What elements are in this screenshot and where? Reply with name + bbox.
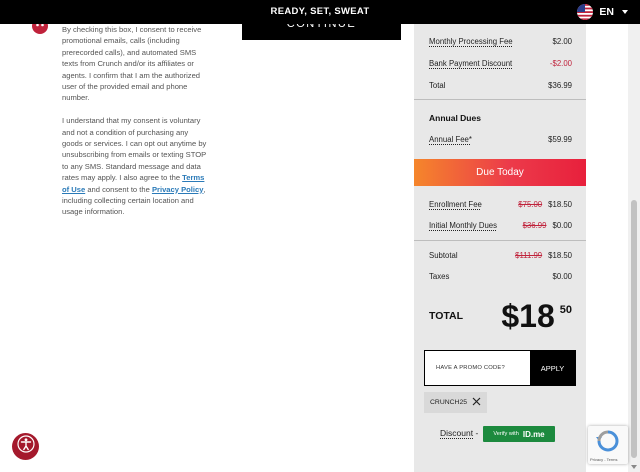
chevron-down-icon [622,10,628,14]
scrollbar[interactable] [628,0,640,472]
discount-label[interactable]: Discount [440,428,473,438]
accessibility-button[interactable] [12,433,39,460]
monthly-processing-fee-row: Monthly Processing Fee $2.00 [429,37,572,46]
promo-code-input[interactable] [425,351,530,385]
consent-paragraph-2: I understand that my consent is voluntar… [62,115,207,218]
bank-payment-discount-label[interactable]: Bank Payment Discount [429,59,512,68]
monthly-total-row: Total $36.99 [429,81,572,90]
taxes-row: Taxes $0.00 [429,272,572,281]
privacy-policy-link[interactable]: Privacy Policy [152,185,204,194]
applied-promo-chip: CRUNCH25 [424,392,488,413]
due-today-banner: Due Today [414,159,586,186]
monthly-processing-fee-label[interactable]: Monthly Processing Fee [429,37,513,46]
enrollment-fee-label[interactable]: Enrollment Fee [429,200,482,209]
top-bar: READY, SET, SWEAT EN [0,0,640,24]
total-label: TOTAL [429,310,464,322]
taxes-label: Taxes [429,272,450,281]
enrollment-fee-row: Enrollment Fee $75.00 $18.50 [429,200,572,209]
total-amount: $18 50 [501,298,572,334]
bank-payment-discount-row: Bank Payment Discount -$2.00 [429,59,572,68]
verify-prefix: Verify with [493,431,519,437]
initial-monthly-dues-label[interactable]: Initial Monthly Dues [429,221,497,230]
verify-id-me-button[interactable]: Verify with ID.me [483,426,555,442]
initial-monthly-dues-original: $36.99 [522,221,547,230]
close-icon[interactable] [472,397,481,408]
subtotal-label: Subtotal [429,251,458,260]
top-bar-title: READY, SET, SWEAT [270,6,370,17]
consent-text: By checking this box, I consent to recei… [62,24,207,229]
discount-separator: - [473,428,479,438]
annual-fee-value: $59.99 [548,135,572,144]
recaptcha-badge[interactable]: Privacy - Terms [588,426,628,464]
taxes-value: $0.00 [552,272,572,281]
subtotal-value: $18.50 [548,251,572,260]
monthly-total-value: $36.99 [548,81,572,90]
total-cents: 50 [559,304,572,316]
bank-payment-discount-value: -$2.00 [549,59,572,68]
discount-label-group: Discount - [440,428,478,438]
monthly-processing-fee-value: $2.00 [552,37,572,46]
initial-monthly-dues-value: $0.00 [552,221,572,230]
us-flag-icon [577,4,594,20]
consent-paragraph-1: By checking this box, I consent to recei… [62,25,202,103]
subtotal-original: $111.99 [515,251,543,260]
language-selector[interactable]: EN [577,4,628,20]
scrollbar-thumb[interactable] [631,200,637,458]
apply-button[interactable]: APPLY [530,351,575,385]
annual-fee-label[interactable]: Annual Fee* [429,135,472,144]
divider [414,99,586,100]
language-label: EN [599,6,614,18]
monthly-total-label: Total [429,81,446,90]
accessibility-icon [16,435,35,458]
applied-promo-code: CRUNCH25 [430,399,468,406]
recaptcha-text: Privacy - Terms [590,457,618,462]
page: READY, SET, SWEAT EN CRUNC [0,0,640,472]
id-me-brand: ID.me [522,429,545,439]
enrollment-fee-original: $75.00 [518,200,543,209]
divider [414,240,586,241]
total-dollars: $18 [501,298,555,334]
scroll-down-arrow-icon[interactable] [631,465,637,469]
enrollment-fee-value: $18.50 [548,200,572,209]
promo-code-form: APPLY [424,350,576,386]
subtotal-row: Subtotal $111.99 $18.50 [429,251,572,260]
consent-text-part: and consent to the [85,184,152,194]
annual-dues-title: Annual Dues [429,113,481,123]
initial-monthly-dues-row: Initial Monthly Dues $36.99 $0.00 [429,221,572,230]
annual-fee-row: Annual Fee* $59.99 [429,135,572,144]
